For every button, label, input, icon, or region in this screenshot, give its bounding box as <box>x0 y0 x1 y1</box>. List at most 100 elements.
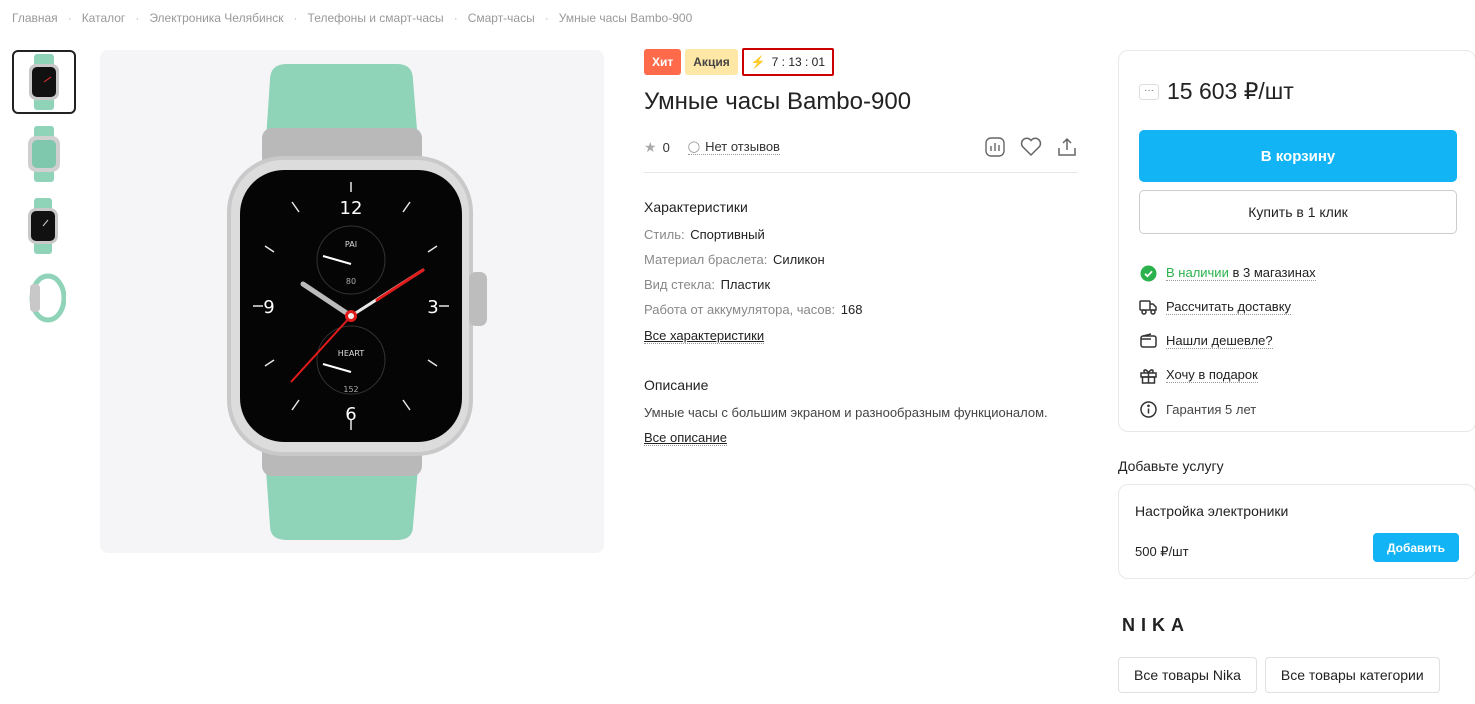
info-icon <box>1139 400 1157 418</box>
product-title: Умные часы Bambo-900 <box>644 88 912 115</box>
thumbnail-profile[interactable] <box>12 266 76 330</box>
breadcrumb-separator: · <box>135 11 140 25</box>
promo-timer: ⚡ 7 : 13 : 01 <box>741 48 835 76</box>
want-as-gift[interactable]: Хочу в подарок <box>1139 358 1455 392</box>
breadcrumb-electronics[interactable]: Электроника Челябинск <box>149 11 283 25</box>
breadcrumb-separator: · <box>544 11 549 25</box>
spec-row: Стиль: Спортивный <box>644 227 1078 242</box>
service-card: Настройка электроники 500 ₽/шт Добавить <box>1118 484 1475 579</box>
comment-icon: ◯ <box>687 141 701 153</box>
breadcrumb-smartwatches[interactable]: Смарт-часы <box>468 11 535 25</box>
watch-pai-value: 80 <box>346 277 356 286</box>
breadcrumb-separator: · <box>453 11 458 25</box>
smart-watch-image: 12 6 9 3 PAI 80 HEART 152 <box>227 63 487 540</box>
watch-profile-thumb-icon <box>29 273 66 323</box>
breadcrumb-separator: · <box>293 11 298 25</box>
thumbnail-side-dark[interactable] <box>12 194 76 258</box>
cheaper-link: Нашли дешевле? <box>1166 333 1273 349</box>
thumbnail-front[interactable] <box>12 50 76 114</box>
breadcrumb: Главная · Каталог · Электроника Челябинс… <box>12 11 692 25</box>
found-cheaper[interactable]: Нашли дешевле? <box>1139 324 1455 358</box>
divider <box>644 172 1078 173</box>
truck-icon <box>1139 298 1157 316</box>
breadcrumb-separator: · <box>67 11 72 25</box>
breadcrumb-catalog[interactable]: Каталог <box>82 11 126 25</box>
service-heading: Добавьте услугу <box>1118 458 1224 474</box>
reviews-label: Нет отзывов <box>705 139 780 154</box>
spec-key: Материал браслета: <box>644 252 768 267</box>
breadcrumb-current: Умные часы Bambo-900 <box>558 11 693 25</box>
delivery-calc[interactable]: Рассчитать доставку <box>1139 290 1455 324</box>
thumbnail-angle[interactable] <box>12 122 76 186</box>
product-main-image[interactable]: 12 6 9 3 PAI 80 HEART 152 <box>100 50 604 553</box>
share-icon[interactable] <box>1056 136 1078 158</box>
stock-status[interactable]: В наличии в 3 магазинах <box>1139 256 1455 290</box>
watch-front-thumb-icon <box>29 54 59 110</box>
add-service-button[interactable]: Добавить <box>1373 533 1459 562</box>
watch-angle-thumb-icon <box>28 126 60 182</box>
spec-key: Вид стекла: <box>644 277 715 292</box>
warranty-label: Гарантия 5 лет <box>1166 401 1257 417</box>
stock-stores: в 3 магазинах <box>1232 265 1316 280</box>
watch-numeral-3: 3 <box>427 297 438 318</box>
lightning-icon: ⚡ <box>750 55 766 69</box>
stock-label: В наличии <box>1166 265 1229 280</box>
product-actions <box>984 136 1078 158</box>
wallet-icon <box>1139 332 1157 350</box>
spec-value: 168 <box>840 302 863 317</box>
spec-row: Работа от аккумулятора, часов: 168 <box>644 302 1078 317</box>
watch-heart-label: HEART <box>338 349 365 358</box>
all-category-products-button[interactable]: Все товары категории <box>1264 657 1440 693</box>
price: 15 603 ₽/шт <box>1167 78 1294 104</box>
watch-pai-label: PAI <box>345 240 357 249</box>
perks-list: В наличии в 3 магазинах Рассчитать доста… <box>1139 256 1455 426</box>
gift-icon <box>1139 366 1157 384</box>
specs-heading: Характеристики <box>644 199 748 215</box>
watch-heart-value: 152 <box>343 385 358 394</box>
rating-value: 0 <box>662 139 670 155</box>
all-brand-products-button[interactable]: Все товары Nika <box>1118 657 1257 693</box>
price-row: ··· 15 603 ₽/шт <box>1139 78 1455 105</box>
product-meta: ★ 0 ◯ Нет отзывов <box>644 136 1078 158</box>
spec-row: Материал браслета: Силикон <box>644 252 1078 267</box>
spec-value: Спортивный <box>690 227 765 242</box>
spec-value: Пластик <box>720 277 771 292</box>
spec-key: Стиль: <box>644 227 685 242</box>
check-circle-icon <box>1139 264 1157 282</box>
warranty: Гарантия 5 лет <box>1139 392 1455 426</box>
star-icon: ★ <box>644 138 657 155</box>
all-description-link[interactable]: Все описание <box>644 430 727 446</box>
service-name: Настройка электроники <box>1135 503 1289 519</box>
heart-icon[interactable] <box>1020 136 1042 158</box>
watch-numeral-12: 12 <box>340 198 363 219</box>
badge-hit: Хит <box>644 49 682 75</box>
brand-logo[interactable]: NIKA <box>1122 615 1190 636</box>
brand-links: Все товары Nika Все товары категории <box>1118 657 1440 693</box>
breadcrumb-home[interactable]: Главная <box>12 11 58 25</box>
buy-card: ··· 15 603 ₽/шт В корзину Купить в 1 кли… <box>1118 50 1475 432</box>
rating[interactable]: ★ 0 <box>644 139 670 156</box>
compare-icon[interactable] <box>984 136 1006 158</box>
spec-key: Работа от аккумулятора, часов: <box>644 302 836 317</box>
one-click-buy-button[interactable]: Купить в 1 клик <box>1139 190 1457 234</box>
watch-numeral-6: 6 <box>345 404 356 425</box>
product-info: Хит Акция ⚡ 7 : 13 : 01 Умные часы Bambo… <box>644 48 1078 447</box>
spec-value: Силикон <box>772 252 825 267</box>
gift-link: Хочу в подарок <box>1166 367 1258 383</box>
watch-side-thumb-icon <box>28 198 58 254</box>
watch-numeral-9: 9 <box>263 297 274 318</box>
price-options-button[interactable]: ··· <box>1139 83 1159 100</box>
add-to-cart-button[interactable]: В корзину <box>1139 130 1457 182</box>
service-price: 500 ₽/шт <box>1135 544 1189 559</box>
thumbnail-list <box>12 50 76 338</box>
badge-promo: Акция <box>685 49 738 75</box>
badge-row: Хит Акция ⚡ 7 : 13 : 01 <box>644 48 1078 76</box>
spec-row: Вид стекла: Пластик <box>644 277 1078 292</box>
all-specs-link[interactable]: Все характеристики <box>644 328 765 344</box>
description-heading: Описание <box>644 377 709 393</box>
delivery-link: Рассчитать доставку <box>1166 299 1292 315</box>
breadcrumb-phones[interactable]: Телефоны и смарт-часы <box>308 11 444 25</box>
timer-value: 7 : 13 : 01 <box>771 55 826 69</box>
reviews-link[interactable]: ◯ Нет отзывов <box>687 139 780 155</box>
description-text: Умные часы с большим экраном и разнообра… <box>644 405 1048 420</box>
